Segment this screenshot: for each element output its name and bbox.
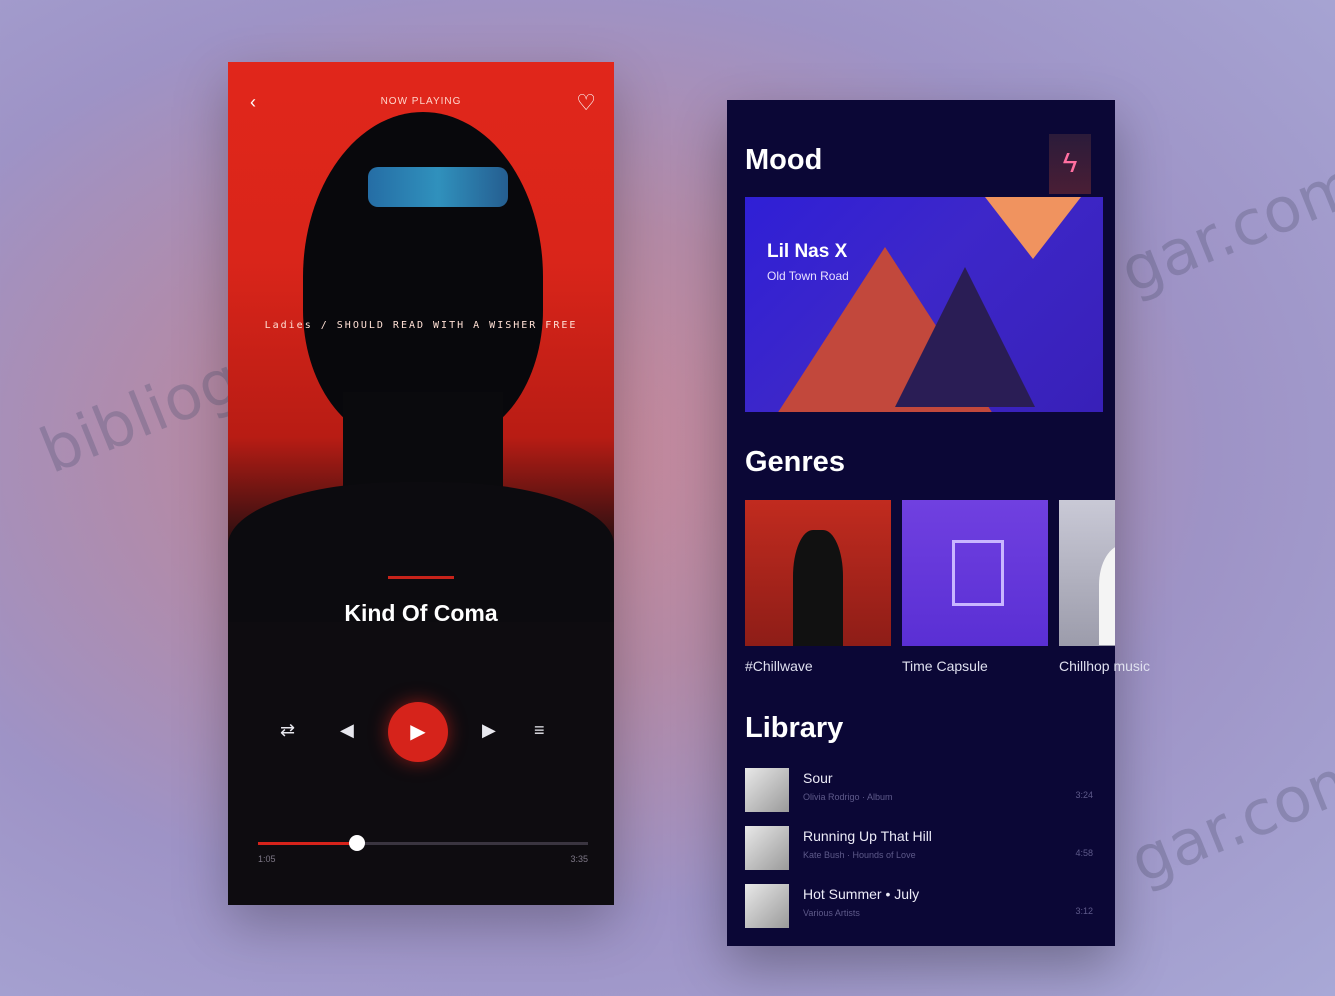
genre-card-time-capsule[interactable] (902, 500, 1048, 646)
browse-screen: Mood ϟ Lil Nas X Old Town Road Genres #C… (727, 100, 1150, 946)
library-heading: Library (745, 712, 844, 744)
library-thumbnail (745, 884, 789, 928)
queue-icon[interactable]: ≡ (534, 720, 545, 741)
genre-card-chillhop[interactable] (1059, 500, 1115, 646)
library-item-subtitle: Kate Bush · Hounds of Love (803, 850, 916, 860)
featured-album: Old Town Road (767, 269, 849, 283)
mood-featured-card[interactable]: Lil Nas X Old Town Road (745, 197, 1103, 412)
now-playing-label: NOW PLAYING (380, 96, 462, 107)
library-item-title: Running Up That Hill (803, 828, 932, 844)
player-screen: ‹ NOW PLAYING ♡ Ladies / SHOULD READ WIT… (228, 62, 614, 905)
library-item-title: Sour (803, 770, 833, 786)
player-top-bar: ‹ NOW PLAYING ♡ (228, 90, 614, 120)
visor-highlight (368, 167, 508, 207)
watermark-right-top: gar.com (1110, 146, 1335, 308)
time-total: 3:35 (570, 854, 588, 864)
next-icon[interactable]: ▶ (482, 720, 496, 741)
genre-card-chillwave[interactable] (745, 500, 891, 646)
lyric-line: Ladies / SHOULD READ WITH A WISHER FREE (264, 320, 578, 331)
repeat-icon[interactable]: ⇄ (280, 720, 295, 741)
playback-controls: ⇄ ◀ ▶ ▶ ≡ (228, 702, 614, 762)
library-item-duration: 3:12 (1075, 906, 1093, 916)
genre-doorway (952, 540, 1004, 606)
track-title: Kind Of Coma (344, 600, 498, 626)
genres-heading: Genres (745, 446, 845, 478)
progress-handle[interactable] (349, 835, 365, 851)
library-item-duration: 4:58 (1075, 848, 1093, 858)
watermark-right-bottom: gar.com (1120, 736, 1335, 898)
progress-fill (258, 842, 357, 845)
library-thumbnail (745, 826, 789, 870)
artwork-mountain-dark (895, 267, 1035, 407)
heart-icon[interactable]: ♡ (576, 90, 596, 116)
play-icon: ▶ (410, 721, 426, 743)
library-item-subtitle: Various Artists (803, 908, 860, 918)
mood-heading: Mood (745, 144, 823, 176)
genre-figure (793, 530, 843, 646)
library-item-title: Hot Summer • July (803, 886, 920, 902)
featured-artist: Lil Nas X (767, 241, 848, 262)
genre-label: Chillhop music (1059, 658, 1151, 674)
time-elapsed: 1:05 (258, 854, 276, 864)
genre-label: #Chillwave (745, 658, 813, 674)
progress-bar[interactable] (258, 835, 588, 851)
genre-person (1099, 545, 1115, 645)
library-thumbnail (745, 768, 789, 812)
library-item[interactable]: Sour Olivia Rodrigo · Album 3:24 (745, 768, 1107, 818)
play-button[interactable]: ▶ (388, 702, 448, 762)
profile-icon[interactable]: ϟ (1049, 134, 1091, 194)
artwork-triangle (985, 197, 1081, 259)
library-item-subtitle: Olivia Rodrigo · Album (803, 792, 893, 802)
previous-icon[interactable]: ◀ (340, 720, 354, 741)
track-divider (388, 576, 454, 579)
library-item[interactable]: Running Up That Hill Kate Bush · Hounds … (745, 826, 1107, 876)
library-item[interactable]: Hot Summer • July Various Artists 3:12 (745, 884, 1107, 934)
genre-label: Time Capsule (902, 658, 988, 674)
library-item-duration: 3:24 (1075, 790, 1093, 800)
